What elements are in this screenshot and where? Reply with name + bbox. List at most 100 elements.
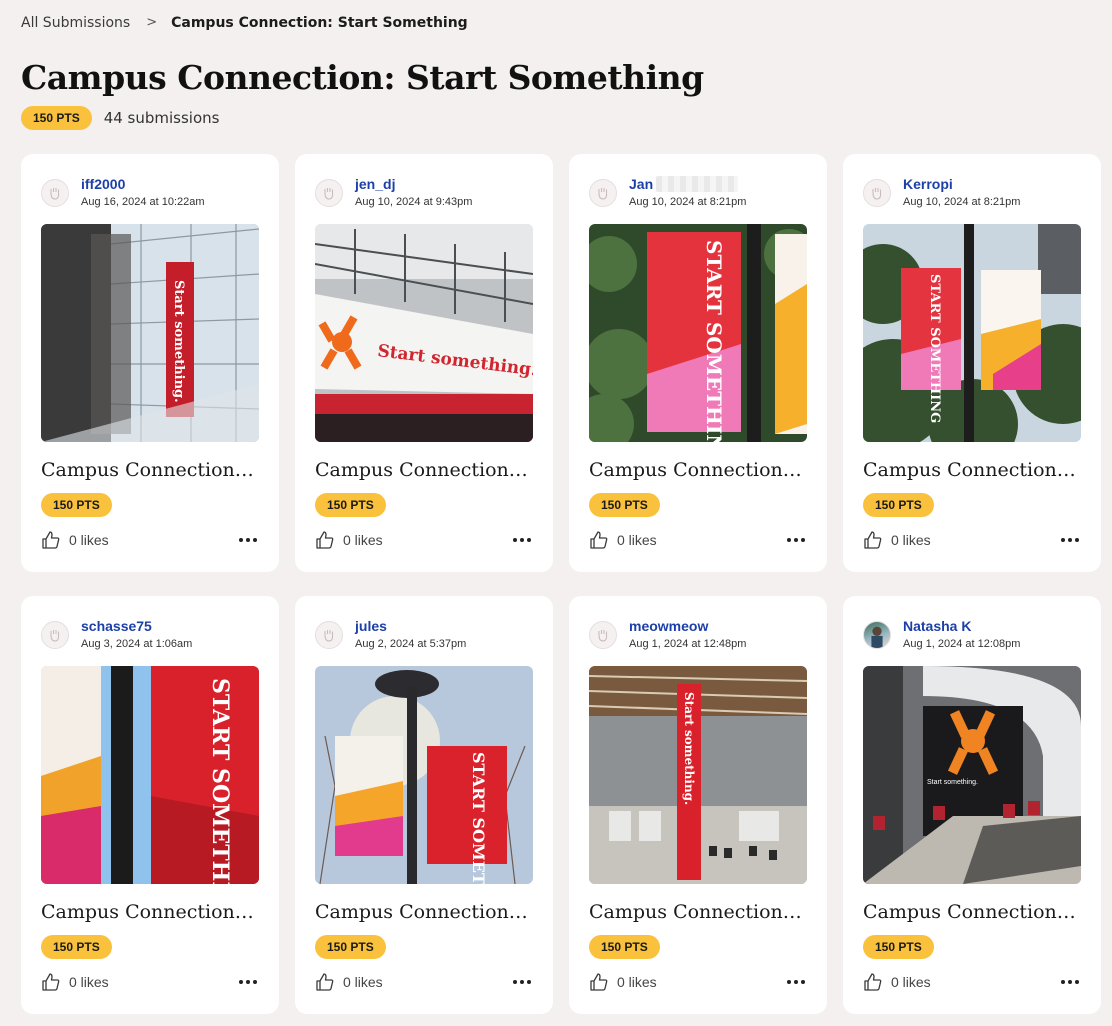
- card-header: Natasha K Aug 1, 2024 at 12:08pm: [863, 616, 1081, 666]
- page-title: Campus Connection: Start Something: [21, 58, 704, 97]
- card-title[interactable]: Campus Connection: Start Something: [41, 458, 259, 482]
- like-button[interactable]: 0 likes: [315, 530, 383, 550]
- likes-count: 0 likes: [617, 974, 657, 990]
- banner-text: Start something.: [927, 779, 978, 786]
- card-title[interactable]: Campus Connection: Start Something: [863, 458, 1081, 482]
- submission-card[interactable]: schasse75 Aug 3, 2024 at 1:06am START SO…: [21, 596, 279, 1014]
- submission-photo[interactable]: START SOMETHING: [41, 666, 259, 884]
- submission-date: Aug 3, 2024 at 1:06am: [81, 638, 193, 650]
- like-button[interactable]: 0 likes: [863, 972, 931, 992]
- username-link[interactable]: meowmeow: [629, 616, 746, 636]
- fist-icon[interactable]: [315, 179, 343, 207]
- thumbs-up-icon: [42, 973, 60, 991]
- fist-icon[interactable]: [589, 621, 617, 649]
- points-badge: 150 PTS: [589, 493, 660, 517]
- breadcrumb-all-submissions-link[interactable]: All Submissions: [21, 13, 130, 33]
- more-options-icon[interactable]: [237, 534, 259, 546]
- submission-date: Aug 16, 2024 at 10:22am: [81, 196, 205, 208]
- more-options-icon[interactable]: [1059, 534, 1081, 546]
- points-badge: 150 PTS: [21, 106, 92, 130]
- banner-text: START SOMETHING: [927, 274, 942, 423]
- submission-photo[interactable]: Start something.: [41, 224, 259, 442]
- submission-date: Aug 10, 2024 at 9:43pm: [355, 196, 473, 208]
- likes-count: 0 likes: [343, 974, 383, 990]
- username-link[interactable]: Natasha K: [903, 616, 1020, 636]
- fist-icon[interactable]: [41, 621, 69, 649]
- submission-date: Aug 1, 2024 at 12:48pm: [629, 638, 747, 650]
- challenge-meta: 150 PTS 44 submissions: [21, 106, 219, 130]
- likes-count: 0 likes: [891, 532, 931, 548]
- likes-count: 0 likes: [69, 532, 109, 548]
- username-link[interactable]: Kerropi: [903, 174, 1020, 194]
- submission-date: Aug 10, 2024 at 8:21pm: [903, 196, 1021, 208]
- like-button[interactable]: 0 likes: [863, 530, 931, 550]
- more-options-icon[interactable]: [511, 534, 533, 546]
- submission-card[interactable]: jen_dj Aug 10, 2024 at 9:43pm Start some…: [295, 154, 553, 572]
- points-badge: 150 PTS: [41, 493, 112, 517]
- points-badge: 150 PTS: [41, 935, 112, 959]
- submission-card[interactable]: iff2000 Aug 16, 2024 at 10:22am Start so…: [21, 154, 279, 572]
- more-options-icon[interactable]: [785, 534, 807, 546]
- thumbs-up-icon: [864, 973, 882, 991]
- username-text: Jan: [629, 176, 654, 192]
- submission-photo[interactable]: Start something.: [315, 224, 533, 442]
- card-title[interactable]: Campus Connection: Start Something: [315, 458, 533, 482]
- card-header: jen_dj Aug 10, 2024 at 9:43pm: [315, 174, 533, 224]
- card-header: jules Aug 2, 2024 at 5:37pm: [315, 616, 533, 666]
- breadcrumb: All Submissions > Campus Connection: Sta…: [21, 13, 468, 33]
- thumbs-up-icon: [864, 531, 882, 549]
- points-badge: 150 PTS: [315, 493, 386, 517]
- card-header: meowmeow Aug 1, 2024 at 12:48pm: [589, 616, 807, 666]
- likes-count: 0 likes: [343, 532, 383, 548]
- submission-card[interactable]: jules Aug 2, 2024 at 5:37pm START SOMETH…: [295, 596, 553, 1014]
- like-button[interactable]: 0 likes: [41, 530, 109, 550]
- like-button[interactable]: 0 likes: [315, 972, 383, 992]
- username-link[interactable]: schasse75: [81, 616, 192, 636]
- card-header: schasse75 Aug 3, 2024 at 1:06am: [41, 616, 259, 666]
- username-link[interactable]: iff2000: [81, 174, 205, 194]
- likes-count: 0 likes: [891, 974, 931, 990]
- like-button[interactable]: 0 likes: [41, 972, 109, 992]
- fist-icon[interactable]: [863, 179, 891, 207]
- like-button[interactable]: 0 likes: [589, 530, 657, 550]
- submission-photo[interactable]: START SOMETHING: [589, 224, 807, 442]
- submission-card[interactable]: meowmeow Aug 1, 2024 at 12:48pm Start so…: [569, 596, 827, 1014]
- card-title[interactable]: Campus Connection: Start Something: [315, 900, 533, 924]
- like-button[interactable]: 0 likes: [589, 972, 657, 992]
- card-title[interactable]: Campus Connection: Start Something: [41, 900, 259, 924]
- more-options-icon[interactable]: [511, 976, 533, 988]
- submission-date: Aug 2, 2024 at 5:37pm: [355, 638, 467, 650]
- username-link[interactable]: jules: [355, 616, 466, 636]
- likes-count: 0 likes: [617, 532, 657, 548]
- submission-photo[interactable]: Start something.: [589, 666, 807, 884]
- submission-card[interactable]: Kerropi Aug 10, 2024 at 8:21pm START SOM…: [843, 154, 1101, 572]
- fist-icon[interactable]: [315, 621, 343, 649]
- banner-text: START SOMETHING: [207, 678, 233, 884]
- chevron-right-icon: >: [146, 15, 158, 30]
- card-title[interactable]: Campus Connection: Start Something: [589, 900, 807, 924]
- submissions-grid: iff2000 Aug 16, 2024 at 10:22am Start so…: [21, 154, 1101, 1014]
- more-options-icon[interactable]: [237, 976, 259, 988]
- submission-photo[interactable]: START SOMETHING: [863, 224, 1081, 442]
- submission-card[interactable]: Natasha K Aug 1, 2024 at 12:08pm Start s…: [843, 596, 1101, 1014]
- card-title[interactable]: Campus Connection: Start Something: [863, 900, 1081, 924]
- points-badge: 150 PTS: [315, 935, 386, 959]
- submission-date: Aug 1, 2024 at 12:08pm: [903, 638, 1021, 650]
- thumbs-up-icon: [316, 531, 334, 549]
- username-link[interactable]: jen_dj: [355, 174, 472, 194]
- fist-icon[interactable]: [41, 179, 69, 207]
- card-title[interactable]: Campus Connection: Start Something: [589, 458, 807, 482]
- submission-card[interactable]: Jan Aug 10, 2024 at 8:21pm START SOMETHI…: [569, 154, 827, 572]
- username-link[interactable]: Jan: [629, 174, 746, 194]
- user-avatar[interactable]: [863, 621, 891, 649]
- fist-icon[interactable]: [589, 179, 617, 207]
- more-options-icon[interactable]: [785, 976, 807, 988]
- more-options-icon[interactable]: [1059, 976, 1081, 988]
- submission-photo[interactable]: START SOMETHING: [315, 666, 533, 884]
- redacted-name: [656, 176, 739, 192]
- submission-photo[interactable]: Start something.: [863, 666, 1081, 884]
- card-header: Kerropi Aug 10, 2024 at 8:21pm: [863, 174, 1081, 224]
- points-badge: 150 PTS: [863, 935, 934, 959]
- thumbs-up-icon: [590, 973, 608, 991]
- breadcrumb-current: Campus Connection: Start Something: [171, 15, 468, 31]
